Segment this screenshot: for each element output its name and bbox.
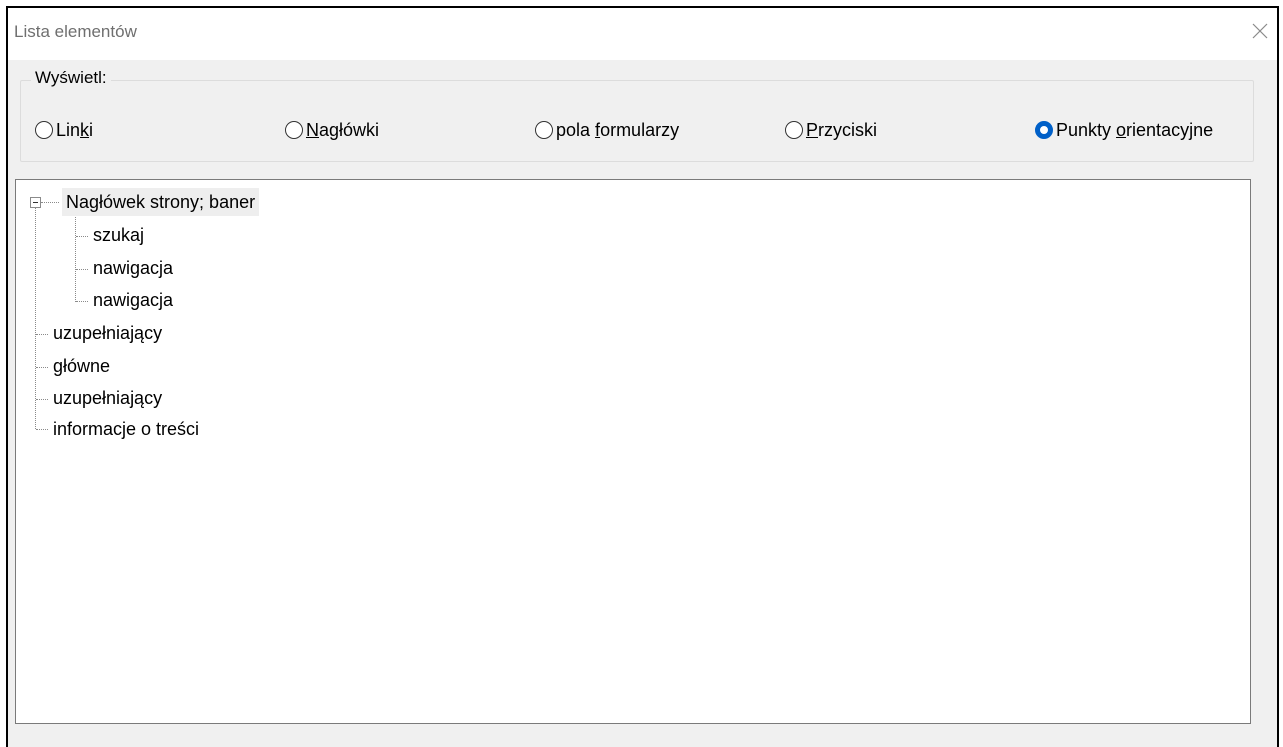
radio-circle	[785, 121, 803, 139]
landmark-tree[interactable]: Nagłówek strony; baner szukaj nawigacja …	[15, 179, 1251, 724]
tree-item-search[interactable]: szukaj	[89, 221, 148, 249]
tree-item-complementary[interactable]: uzupełniający	[49, 319, 166, 347]
radio-label-headings: Nagłówki	[306, 119, 380, 140]
tree-item-main[interactable]: główne	[49, 352, 114, 380]
radio-label-form-fields: pola formularzy	[556, 119, 680, 140]
tree-item-banner[interactable]: Nagłówek strony; baner	[62, 188, 260, 216]
radio-circle	[535, 121, 553, 139]
tree-connector	[36, 367, 48, 368]
tree-item-contentinfo[interactable]: informacje o treści	[49, 415, 203, 443]
radio-landmarks[interactable]: Punkty orientacyjne	[1035, 117, 1213, 143]
tree-connector	[36, 429, 48, 430]
radio-circle	[35, 121, 53, 139]
tree-connector	[35, 208, 36, 429]
tree-connector	[36, 399, 48, 400]
display-group-legend: Wyświetl:	[31, 68, 111, 88]
radio-label-links: Linki	[56, 119, 94, 140]
tree-connector	[75, 212, 76, 302]
tree-connector	[76, 269, 88, 270]
collapse-minus-icon[interactable]	[30, 197, 41, 208]
dialog-title: Lista elementów	[14, 22, 137, 41]
close-icon[interactable]	[1245, 16, 1275, 46]
radio-label-landmarks: Punkty orientacyjne	[1056, 119, 1214, 140]
title-bar: Lista elementów	[8, 8, 1277, 60]
radio-buttons[interactable]: Przyciski	[785, 117, 877, 143]
radio-circle-selected	[1035, 121, 1053, 139]
radio-label-buttons: Przyciski	[806, 119, 878, 140]
tree-item-complementary[interactable]: uzupełniający	[49, 384, 166, 412]
tree-item-navigation[interactable]: nawigacja	[89, 286, 177, 314]
radio-form-fields[interactable]: pola formularzy	[535, 117, 679, 143]
tree-connector	[76, 301, 88, 302]
tree-connector	[36, 334, 48, 335]
radio-links[interactable]: Linki	[35, 117, 93, 143]
tree-connector	[41, 202, 59, 203]
tree-connector	[76, 236, 88, 237]
radio-circle	[285, 121, 303, 139]
tree-item-navigation[interactable]: nawigacja	[89, 254, 177, 282]
radio-headings[interactable]: Nagłówki	[285, 117, 379, 143]
